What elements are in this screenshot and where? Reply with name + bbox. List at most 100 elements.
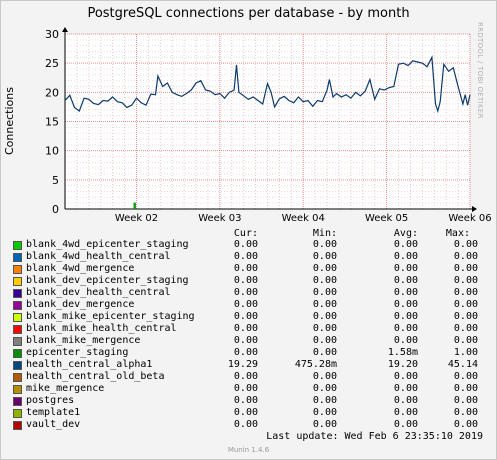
legend-row: blank_4wd_health_central 0.00 0.00 0.00 0.00	[0, 251, 497, 263]
legend-series-name: postgres	[26, 395, 75, 406]
legend-swatch	[13, 409, 22, 418]
legend-series-name: template1	[26, 407, 81, 418]
legend-value-min: 0.00	[312, 395, 337, 406]
legend-row: blank_dev_mergence 0.00 0.00 0.00 0.00	[0, 299, 497, 311]
legend-value-avg: 0.00	[393, 299, 418, 310]
legend-series-name: blank_mike_epicenter_staging	[26, 311, 195, 322]
legend-value-cur: 0.00	[233, 323, 258, 334]
legend-value-cur: 0.00	[233, 251, 258, 262]
legend-value-cur: 0.00	[233, 239, 258, 250]
legend-value-min: 0.00	[312, 239, 337, 250]
legend-value-min: 0.00	[312, 299, 337, 310]
legend-series-name: blank_dev_mergence	[26, 299, 135, 310]
legend-series-name: blank_dev_epicenter_staging	[26, 275, 189, 286]
legend-value-max: 0.00	[453, 251, 478, 262]
legend-swatch	[13, 373, 22, 382]
legend-value-cur: 0.00	[233, 335, 258, 346]
y-tick-label: 20	[45, 86, 59, 99]
legend-value-avg: 0.00	[393, 371, 418, 382]
legend-value-avg: 0.00	[393, 263, 418, 274]
legend-value-min: 0.00	[312, 287, 337, 298]
legend-value-avg: 0.00	[393, 323, 418, 334]
legend-value-cur: 0.00	[233, 275, 258, 286]
x-tick-label: Week 03	[198, 213, 241, 224]
legend-value-avg: 0.00	[393, 407, 418, 418]
legend-swatch	[13, 301, 22, 310]
y-tick-label: 15	[45, 116, 59, 129]
legend-row: epicenter_staging 0.00 0.00 1.58m 1.00	[0, 347, 497, 359]
legend-value-cur: 0.00	[233, 407, 258, 418]
legend-value-min: 0.00	[312, 347, 337, 358]
y-axis-arrow	[62, 27, 68, 32]
legend-value-max: 0.00	[453, 263, 478, 274]
legend-value-max: 0.00	[453, 383, 478, 394]
last-update: Last update: Wed Feb 6 23:35:10 2019	[266, 431, 483, 442]
legend-swatch	[13, 265, 22, 274]
legend-series-name: vault_dev	[26, 419, 81, 430]
legend-row: blank_4wd_mergence 0.00 0.00 0.00 0.00	[0, 263, 497, 275]
legend-row: health_central_old_beta 0.00 0.00 0.00 0.00	[0, 371, 497, 383]
legend-value-cur: 19.29	[227, 359, 258, 370]
munin-version: Munin 1.4.6	[227, 446, 270, 454]
legend-value-min: 0.00	[312, 275, 337, 286]
legend-swatch	[13, 385, 22, 394]
legend-value-avg: 0.00	[393, 239, 418, 250]
legend-value-avg: 0.00	[393, 311, 418, 322]
legend-value-max: 0.00	[453, 395, 478, 406]
legend-value-max: 0.00	[453, 419, 478, 430]
legend-header-max: Max:	[445, 228, 470, 239]
x-tick-label: Week 04	[282, 213, 325, 224]
legend-value-max: 0.00	[453, 275, 478, 286]
legend-series-name: blank_4wd_health_central	[26, 251, 171, 262]
legend-value-max: 0.00	[453, 287, 478, 298]
legend-value-min: 475.28m	[294, 359, 337, 370]
y-tick-label: 0	[52, 203, 59, 216]
legend-value-avg: 0.00	[393, 335, 418, 346]
legend-row: blank_mike_epicenter_staging 0.00 0.00 0.00…	[0, 311, 497, 323]
legend-value-cur: 0.00	[233, 287, 258, 298]
x-tick-label: Week 05	[365, 213, 408, 224]
legend-value-min: 0.00	[312, 371, 337, 382]
legend-value-avg: 0.00	[393, 287, 418, 298]
legend-series-name: blank_4wd_epicenter_staging	[26, 239, 189, 250]
legend-row: vault_dev 0.00 0.00 0.00 0.00	[0, 419, 497, 431]
legend-value-avg: 0.00	[393, 251, 418, 262]
legend-value-avg: 0.00	[393, 275, 418, 286]
legend-row: blank_mike_health_central 0.00 0.00 0.00 0.0…	[0, 323, 497, 335]
legend-value-cur: 0.00	[233, 395, 258, 406]
legend-value-max: 0.00	[453, 323, 478, 334]
legend-swatch	[13, 325, 22, 334]
legend-row: blank_dev_epicenter_staging 0.00 0.00 0.00 0…	[0, 275, 497, 287]
legend-value-cur: 0.00	[233, 347, 258, 358]
legend-value-avg: 0.00	[393, 419, 418, 430]
series-line-epicenter_staging	[133, 202, 136, 209]
legend-series-name: health_central_alpha1	[26, 359, 153, 370]
legend-row: postgres 0.00 0.00 0.00 0.00	[0, 395, 497, 407]
legend-row: blank_dev_health_central 0.00 0.00 0.00 0.00	[0, 287, 497, 299]
legend-row: health_central_alpha1 19.29 475.28m 19.20 45…	[0, 359, 497, 371]
legend-swatch	[13, 241, 22, 250]
legend-value-max: 0.00	[453, 239, 478, 250]
legend-header-avg: Avg:	[393, 228, 418, 239]
legend-value-avg: 0.00	[393, 395, 418, 406]
legend-value-cur: 0.00	[233, 299, 258, 310]
legend-value-max: 0.00	[453, 335, 478, 346]
legend-series-name: blank_dev_health_central	[26, 287, 171, 298]
legend-series-name: blank_mike_health_central	[26, 323, 177, 334]
legend-value-cur: 0.00	[233, 383, 258, 394]
legend-row: blank_mike_mergence 0.00 0.00 0.00 0.00	[0, 335, 497, 347]
x-axis-arrow	[472, 206, 477, 212]
legend-series-name: blank_mike_mergence	[26, 335, 141, 346]
legend-value-min: 0.00	[312, 251, 337, 262]
legend-header-min: Min:	[312, 228, 337, 239]
y-tick-label: 10	[45, 145, 59, 158]
legend-value-avg: 19.20	[387, 359, 418, 370]
legend-series-name: mike_mergence	[26, 383, 105, 394]
legend-value-min: 0.00	[312, 407, 337, 418]
y-tick-label: 5	[52, 174, 59, 187]
legend-swatch	[13, 253, 22, 262]
legend-swatch	[13, 349, 22, 358]
legend-value-min: 0.00	[312, 311, 337, 322]
legend-value-min: 0.00	[312, 419, 337, 430]
legend-value-max: 0.00	[453, 407, 478, 418]
